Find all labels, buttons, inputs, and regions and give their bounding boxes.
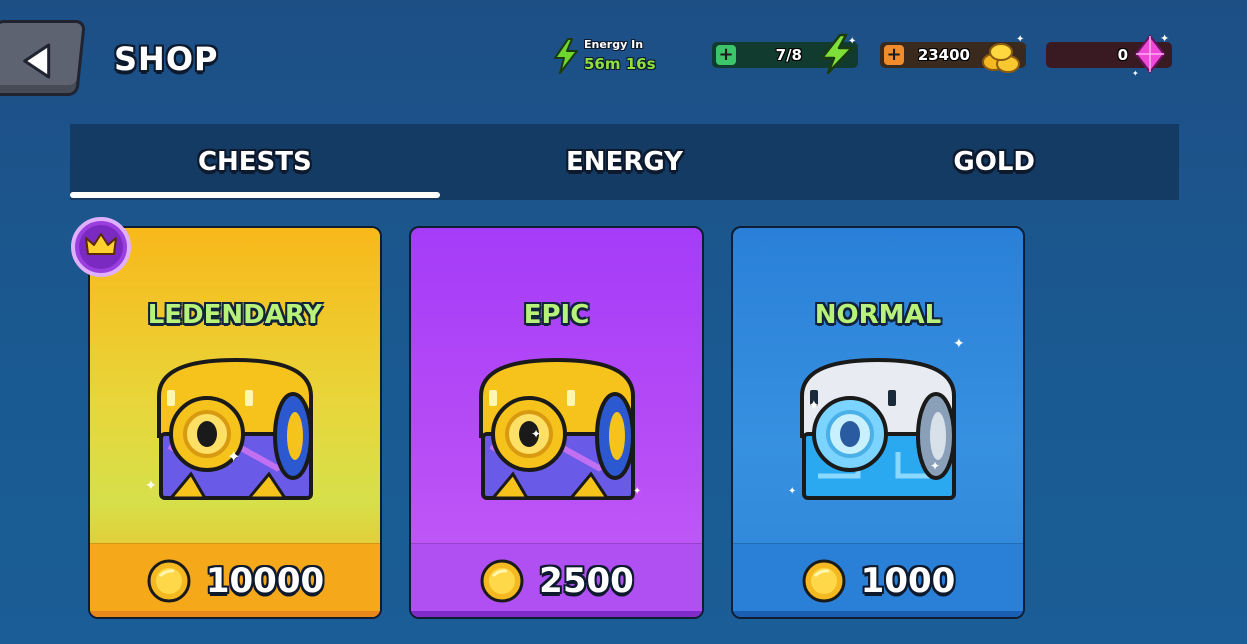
svg-text:✦: ✦ xyxy=(531,427,541,441)
svg-text:✦: ✦ xyxy=(227,447,240,466)
svg-text:✦: ✦ xyxy=(145,478,157,494)
chest-name: NORMAL xyxy=(814,300,942,330)
chest-name: LEDENDARY xyxy=(147,300,323,330)
svg-text:✦: ✦ xyxy=(1016,34,1024,45)
lightning-bolt-icon: ✦ xyxy=(820,33,856,75)
gold-coin-icon xyxy=(147,559,191,602)
epic-chest-card[interactable]: EPIC ✦ ✦ 2500 xyxy=(409,226,704,619)
add-gold-button[interactable]: + xyxy=(884,45,904,65)
price-bar: 10000 xyxy=(90,543,380,617)
gold-counter: + 23400 ✦ xyxy=(880,34,1026,73)
svg-text:✦: ✦ xyxy=(1132,69,1139,78)
shop-tabs: CHESTS ENERGY GOLD xyxy=(70,124,1179,200)
gold-coins-icon: ✦ xyxy=(982,34,1024,73)
normal-chest-icon: ✦ ✦ ✦ xyxy=(788,357,956,500)
tab-chests[interactable]: CHESTS xyxy=(70,124,440,200)
chest-name: EPIC xyxy=(523,300,590,330)
legendary-chest-icon: ✦ ✦ xyxy=(145,357,313,500)
gem-count: 0 xyxy=(1117,46,1128,64)
sparkle-icon: ✦ xyxy=(953,336,965,352)
add-energy-button[interactable]: + xyxy=(716,45,736,65)
crown-icon xyxy=(71,217,131,277)
normal-chest-card[interactable]: NORMAL ✦ ✦ ✦ ✦ 1000 xyxy=(731,226,1025,619)
lightning-bolt-icon xyxy=(554,38,578,74)
energy-counter: + 7/8 ✦ xyxy=(712,33,858,75)
svg-text:✦: ✦ xyxy=(930,459,940,473)
epic-chest-icon: ✦ ✦ xyxy=(478,357,641,500)
energy-count: 7/8 xyxy=(775,46,802,64)
price-bar: 1000 xyxy=(733,543,1023,617)
chest-price: 2500 xyxy=(539,560,634,601)
svg-text:✦: ✦ xyxy=(808,398,820,414)
price-bar: 2500 xyxy=(411,543,702,617)
svg-text:✦: ✦ xyxy=(1160,32,1169,45)
legendary-chest-card[interactable]: LEDENDARY ✦ ✦ 10000 xyxy=(88,226,382,619)
back-button[interactable] xyxy=(0,20,86,96)
svg-text:✦: ✦ xyxy=(848,36,856,47)
svg-text:✦: ✦ xyxy=(633,486,641,497)
tab-gold[interactable]: GOLD xyxy=(809,124,1179,200)
tab-energy[interactable]: ENERGY xyxy=(440,124,810,200)
energy-timer: Energy In 56m 16s xyxy=(552,38,662,76)
gold-coin-icon xyxy=(802,559,846,602)
energy-timer-value: 56m 16s xyxy=(584,55,656,73)
back-arrow-icon xyxy=(23,43,51,79)
page-title: SHOP xyxy=(114,40,219,78)
gold-count: 23400 xyxy=(917,46,970,64)
gem-counter: 0 ✦ ✦ xyxy=(1046,32,1172,78)
svg-text:✦: ✦ xyxy=(788,486,796,497)
gold-coin-icon xyxy=(480,559,524,602)
energy-timer-label: Energy In xyxy=(584,38,644,51)
chest-price: 1000 xyxy=(860,560,956,601)
chest-price: 10000 xyxy=(205,560,325,601)
pink-gem-icon: ✦ ✦ xyxy=(1132,32,1169,78)
